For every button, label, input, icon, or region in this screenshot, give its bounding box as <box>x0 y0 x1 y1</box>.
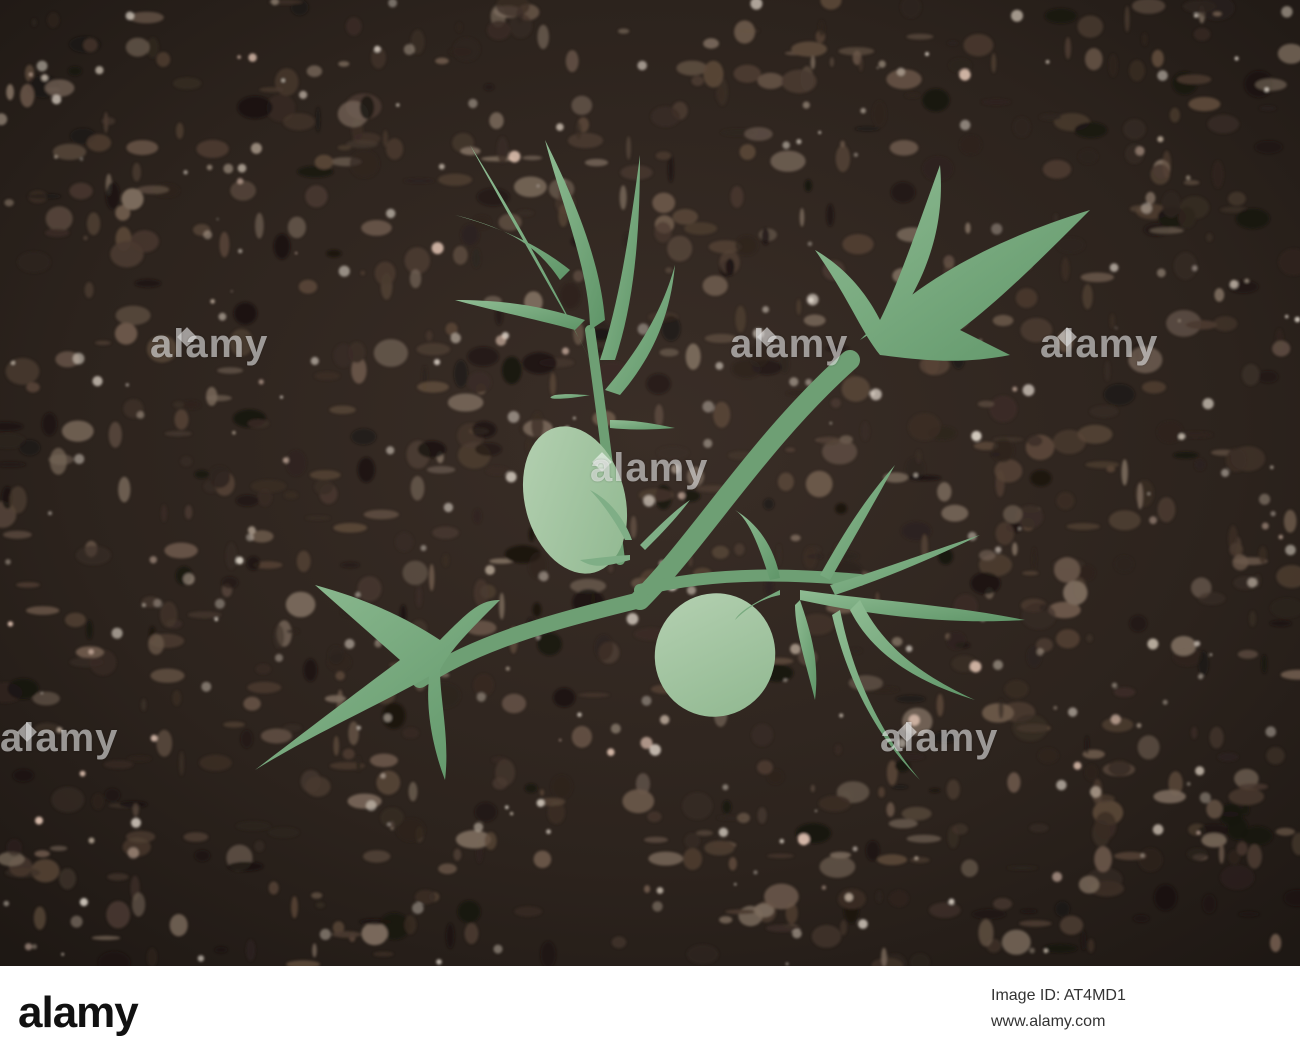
brand-logo: alamy <box>18 988 139 1037</box>
watermark-text: alamy <box>590 446 709 490</box>
site-url-label: www.alamy.com <box>991 1013 1106 1030</box>
watermark-text: alamy <box>1040 322 1159 366</box>
watermark-text: alamy <box>880 716 999 760</box>
footer-bar: alamy Image ID: AT4MD1 www.alamy.com <box>0 966 1300 1056</box>
image-id-label: Image ID: AT4MD1 <box>991 987 1126 1004</box>
watermark-text: alamy <box>0 716 119 760</box>
watermark-text: alamy <box>150 322 269 366</box>
watermark-text: alamy <box>730 322 849 366</box>
seedling-photo: alamy alamy alamy alamy alamy alamy <box>0 0 1300 966</box>
